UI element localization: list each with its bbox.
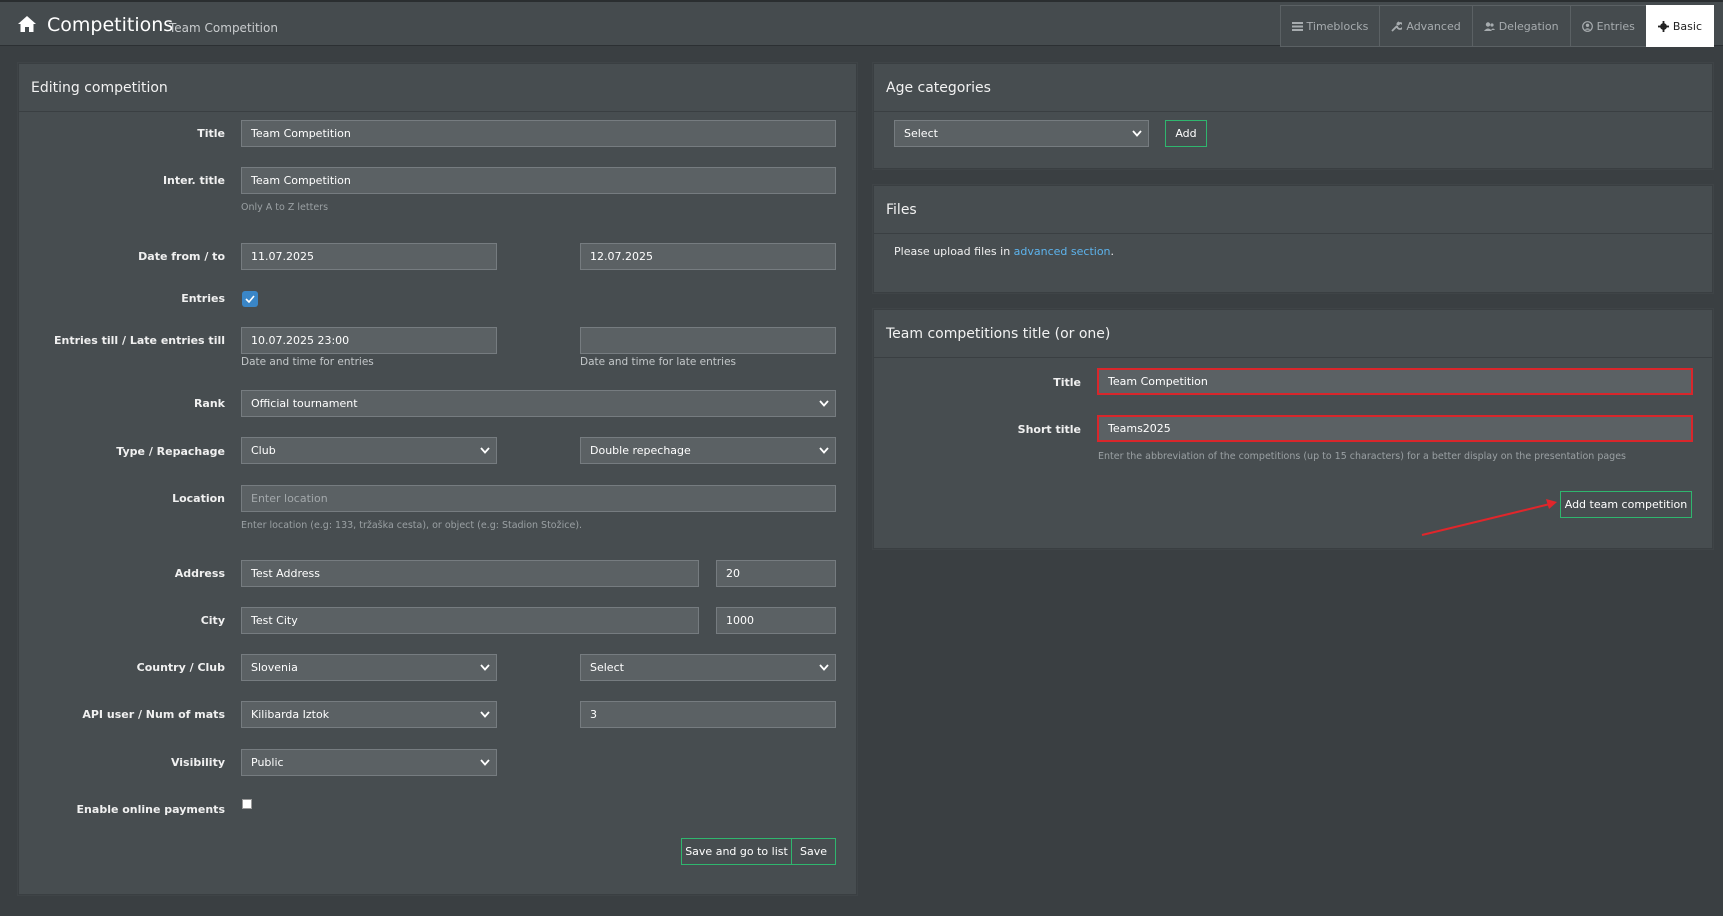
visibility-label: Visibility [170, 756, 225, 769]
files-message: Please upload files in advanced section. [894, 245, 1114, 258]
wrench-icon [1391, 20, 1403, 32]
team-competitions-heading: Team competitions title (or one) [874, 310, 1712, 358]
location-input[interactable]: Enter location [241, 485, 836, 512]
home-icon[interactable] [18, 16, 36, 32]
date-label: Date from / to [138, 250, 225, 263]
api-user-value: Kilibarda Iztok [251, 708, 330, 721]
title-label: Title [197, 127, 225, 140]
files-text: Please upload files in [894, 245, 1014, 258]
country-value: Slovenia [251, 661, 298, 674]
rank-select[interactable]: Official tournament [241, 390, 836, 417]
short-title-help: Enter the abbreviation of the competitio… [1098, 451, 1627, 462]
entries-label: Entries [181, 292, 225, 305]
city-label: City [200, 614, 225, 627]
files-panel: Files [873, 185, 1713, 293]
tab-delegation[interactable]: Delegation [1471, 5, 1571, 47]
late-entries-input[interactable] [580, 327, 836, 354]
age-categories-panel: Age categories [873, 63, 1713, 169]
page-subtitle: Team Competition [169, 21, 278, 35]
age-category-value: Select [904, 127, 938, 140]
chevron-down-icon [819, 664, 829, 671]
date-to-input[interactable]: 12.07.2025 [580, 243, 836, 270]
inter-title-input[interactable]: Team Competition [241, 167, 836, 194]
check-icon [245, 295, 255, 303]
address-input[interactable]: Test Address [241, 560, 699, 587]
address-number-input[interactable]: 20 [716, 560, 836, 587]
postal-code-input[interactable]: 1000 [716, 607, 836, 634]
annotation-arrow [1421, 499, 1557, 536]
age-category-select[interactable]: Select [894, 120, 1149, 147]
tab-timeblocks[interactable]: Timeblocks [1279, 5, 1381, 47]
late-entries-help: Date and time for late entries [580, 356, 737, 368]
team-title-label: Title [1053, 376, 1081, 389]
location-label: Location [172, 492, 225, 505]
entries-checkbox[interactable] [242, 291, 258, 307]
club-select[interactable]: Select [580, 654, 836, 681]
short-title-label: Short title [1017, 423, 1081, 436]
api-user-label: API user / Num of mats [82, 708, 225, 721]
chevron-down-icon [480, 759, 490, 766]
user-circle-icon [1581, 20, 1593, 32]
tab-basic[interactable]: Basic [1645, 5, 1714, 47]
inter-title-help: Only A to Z letters [241, 202, 329, 213]
payments-label: Enable online payments [76, 803, 225, 816]
top-bar: Competitions Team Competition Timeblocks… [0, 0, 1723, 47]
title-input[interactable]: Team Competition [241, 120, 836, 147]
country-select[interactable]: Slovenia [241, 654, 497, 681]
date-from-input[interactable]: 11.07.2025 [241, 243, 497, 270]
club-value: Select [590, 661, 624, 674]
repechage-select[interactable]: Double repechage [580, 437, 836, 464]
tab-advanced[interactable]: Advanced [1379, 5, 1473, 47]
repechage-value: Double repechage [590, 444, 691, 457]
entries-till-help: Date and time for entries [241, 356, 374, 368]
age-categories-heading: Age categories [874, 64, 1712, 112]
users-icon [1483, 21, 1495, 31]
tab-label: Entries [1596, 19, 1635, 33]
save-button[interactable]: Save [791, 838, 836, 865]
location-help: Enter location (e.g: 133, tržaška cesta)… [241, 520, 583, 531]
tab-label: Basic [1672, 19, 1702, 33]
visibility-value: Public [251, 756, 284, 769]
payments-checkbox[interactable] [242, 799, 252, 809]
tab-label: Delegation [1498, 19, 1559, 33]
chevron-down-icon [480, 664, 490, 671]
add-age-category-button[interactable]: Add [1165, 120, 1207, 147]
type-label: Type / Repachage [116, 445, 225, 458]
api-user-select[interactable]: Kilibarda Iztok [241, 701, 497, 728]
address-label: Address [174, 567, 225, 580]
editing-heading: Editing competition [19, 64, 856, 112]
team-title-input[interactable]: Team Competition [1097, 368, 1693, 395]
entries-till-label: Entries till / Late entries till [53, 334, 225, 347]
save-and-list-button[interactable]: Save and go to list [681, 838, 792, 865]
add-team-competition-button[interactable]: Add team competition [1560, 491, 1692, 518]
tab-bar: Timeblocks Advanced Delegation Entries B… [1279, 5, 1714, 47]
advanced-section-link[interactable]: advanced section [1014, 245, 1111, 258]
gear-icon [1657, 20, 1669, 32]
type-value: Club [251, 444, 276, 457]
country-label: Country / Club [136, 661, 225, 674]
num-mats-input[interactable]: 3 [580, 701, 836, 728]
city-input[interactable]: Test City [241, 607, 699, 634]
short-title-input[interactable]: Teams2025 [1097, 415, 1693, 442]
inter-title-label: Inter. title [162, 174, 225, 187]
type-select[interactable]: Club [241, 437, 497, 464]
list-icon [1291, 21, 1303, 31]
rank-value: Official tournament [251, 397, 358, 410]
tab-label: Advanced [1406, 19, 1461, 33]
tab-entries[interactable]: Entries [1569, 5, 1647, 47]
visibility-select[interactable]: Public [241, 749, 497, 776]
chevron-down-icon [819, 400, 829, 407]
page-title: Competitions [47, 14, 174, 36]
files-text-end: . [1110, 245, 1115, 258]
chevron-down-icon [819, 447, 829, 454]
entries-till-input[interactable]: 10.07.2025 23:00 [241, 327, 497, 354]
chevron-down-icon [1132, 130, 1142, 137]
chevron-down-icon [480, 447, 490, 454]
rank-label: Rank [193, 397, 225, 410]
chevron-down-icon [480, 711, 490, 718]
files-heading: Files [874, 186, 1712, 234]
tab-label: Timeblocks [1306, 19, 1369, 33]
